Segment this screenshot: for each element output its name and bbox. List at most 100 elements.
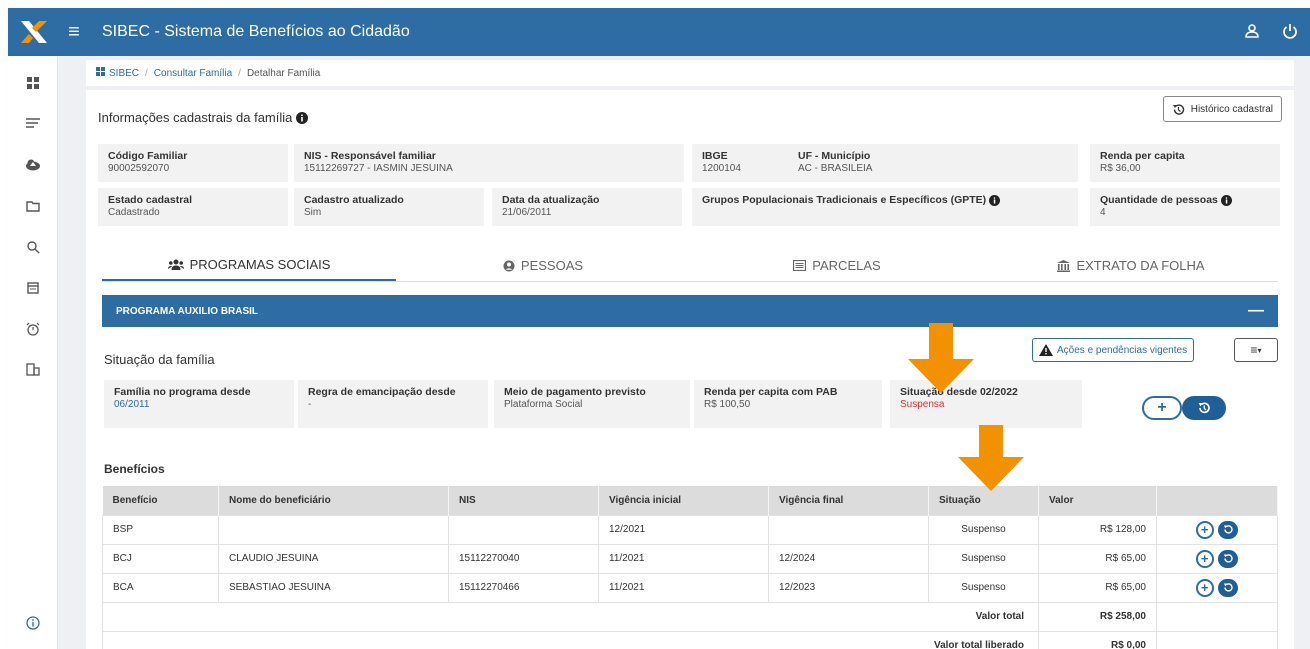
liberado-value: R$ 0,00 [1038,630,1157,649]
cell-inicio: 11/2021 [598,572,769,603]
field-label: Regra de emancipação desde [308,386,456,398]
tab-programas-sociais[interactable]: PROGRAMAS SOCIAIS [102,250,396,281]
cell-valor: R$ 65,00 [1038,572,1157,603]
acoes-button-label: Ações e pendências vigentes [1057,344,1188,356]
add-icon[interactable]: + [1195,578,1214,597]
tab-parcelas[interactable]: PARCELAS [690,250,984,281]
history-button-program[interactable] [1182,396,1226,420]
tab-extrato-folha[interactable]: EXTRATO DA FOLHA [984,250,1278,281]
top-bar: ≡ SIBEC - Sistema de Benefícios ao Cidad… [8,8,1310,56]
cell-nis: 15112270466 [448,572,599,603]
field-value: 15112269727 - IASMIN JESUINA [304,163,453,174]
field-value: 21/06/2011 [502,207,552,218]
cell-nis: 15112270040 [448,543,599,574]
col-vigencia-inicial: Vigência inicial [598,486,769,515]
cell-inicio: 11/2021 [598,543,769,574]
menu-icon[interactable]: ≡ [60,21,88,44]
field-value: R$ 36,00 [1100,163,1141,174]
liberado-label: Valor total liberado [102,630,1039,649]
cell-fim [768,514,929,545]
person-icon [503,260,515,271]
renda-per-capita-box: Renda per capita R$ 36,00 [1090,144,1280,182]
field-label: Cadastro atualizado [304,194,404,206]
renda-pab-box: Renda per capita com PAB R$ 100,50 [694,380,882,428]
cell-nome: CLAUDIO JESUINA [218,543,449,574]
ibge-box: IBGE 1200104 [692,144,788,182]
situation-title: Situação da família [104,352,215,367]
list-alt-icon [793,260,807,271]
cell-valor: R$ 128,00 [1038,514,1157,545]
field-label: UF - Município [798,150,871,162]
table-row: BSP 12/2021 Suspenso R$ 128,00 + [102,514,1278,545]
history-icon[interactable] [1218,520,1239,539]
history-icon[interactable] [1218,549,1239,568]
cloud-upload-icon[interactable] [8,154,58,176]
history-button[interactable]: Histórico cadastral [1162,96,1282,122]
acoes-pendencias-button[interactable]: Ações e pendências vigentes [1032,338,1195,362]
estado-cadastral-box: Estado cadastral Cadastrado [98,188,288,226]
program-header[interactable]: PROGRAMA AUXILIO BRASIL — [102,295,1278,327]
field-label: Renda per capita com PAB [704,386,838,398]
power-icon[interactable] [1282,23,1298,42]
content-area: SIBEC / Consultar Família / Detalhar Fam… [58,56,1310,649]
field-value: AC - BRASILEIA [798,163,873,174]
quantidade-pessoas-box: Quantidade de pessoas 4 [1090,188,1280,226]
building-icon[interactable] [8,358,58,380]
cell-actions: + [1156,514,1278,545]
tab-label: PROGRAMAS SOCIAIS [189,257,331,272]
cell-nis [448,514,599,545]
add-icon[interactable]: + [1195,520,1214,539]
cell-situacao: Suspenso [928,543,1039,574]
sidebar [8,56,58,649]
cell-valor: R$ 65,00 [1038,543,1157,574]
alarm-icon[interactable] [8,318,58,340]
cell-situacao: Suspenso [928,572,1039,603]
users-icon [167,259,184,270]
calendar-icon[interactable] [8,276,58,298]
folder-icon[interactable] [8,195,58,217]
add-icon[interactable]: + [1195,549,1214,568]
info-icon[interactable] [8,612,58,634]
caixa-logo [8,8,60,56]
list-icon[interactable] [8,112,58,134]
field-label: Código Familiar [108,150,188,162]
info-icon[interactable] [296,111,309,124]
collapse-icon[interactable]: — [1248,302,1264,320]
breadcrumb-home[interactable]: SIBEC [109,68,139,79]
annotation-arrow [958,425,1024,491]
breadcrumb-consultar[interactable]: Consultar Família [154,68,232,79]
situacao-status-value: Suspensa [900,399,945,410]
tab-label: PARCELAS [812,258,881,273]
dashboard-icon[interactable] [8,72,58,94]
cadastro-atualizado-box: Cadastro atualizado Sim [294,188,484,226]
col-vigencia-final: Vigência final [768,486,929,515]
cell-nome: SEBASTIAO JESUINA [218,572,449,603]
field-value: 4 [1100,207,1106,218]
benefits-title: Benefícios [104,462,165,476]
table-header-row: Benefício Nome do beneficiário NIS Vigên… [102,486,1278,515]
search-icon[interactable] [8,236,58,258]
col-nome: Nome do beneficiário [218,486,449,515]
add-button[interactable]: + [1142,396,1182,420]
field-value: 1200104 [702,163,741,174]
user-icon[interactable] [1244,23,1260,42]
cell-beneficio: BCA [102,572,219,603]
options-menu-button[interactable]: ≡ ▾ [1234,338,1278,362]
gpte-label-row: Grupos Populacionais Tradicionais e Espe… [702,194,1068,206]
cell-beneficio: BSP [102,514,219,545]
field-value: - [308,399,312,410]
tab-label: PESSOAS [520,258,584,273]
field-value[interactable]: 06/2011 [114,399,284,410]
tab-pessoas[interactable]: PESSOAS [396,250,690,281]
data-atualizacao-box: Data da atualização 21/06/2011 [492,188,682,226]
col-beneficio: Benefício [102,486,219,515]
info-icon[interactable] [1220,194,1232,206]
history-icon[interactable] [1218,578,1239,597]
field-label: Data da atualização [502,194,600,206]
col-nis: NIS [448,486,599,515]
history-icon [1172,103,1184,115]
cell-inicio: 12/2021 [598,514,769,545]
info-icon[interactable] [989,194,1001,206]
breadcrumb: SIBEC / Consultar Família / Detalhar Fam… [86,60,1294,86]
regra-emancipacao-box: Regra de emancipação desde - [298,380,488,428]
